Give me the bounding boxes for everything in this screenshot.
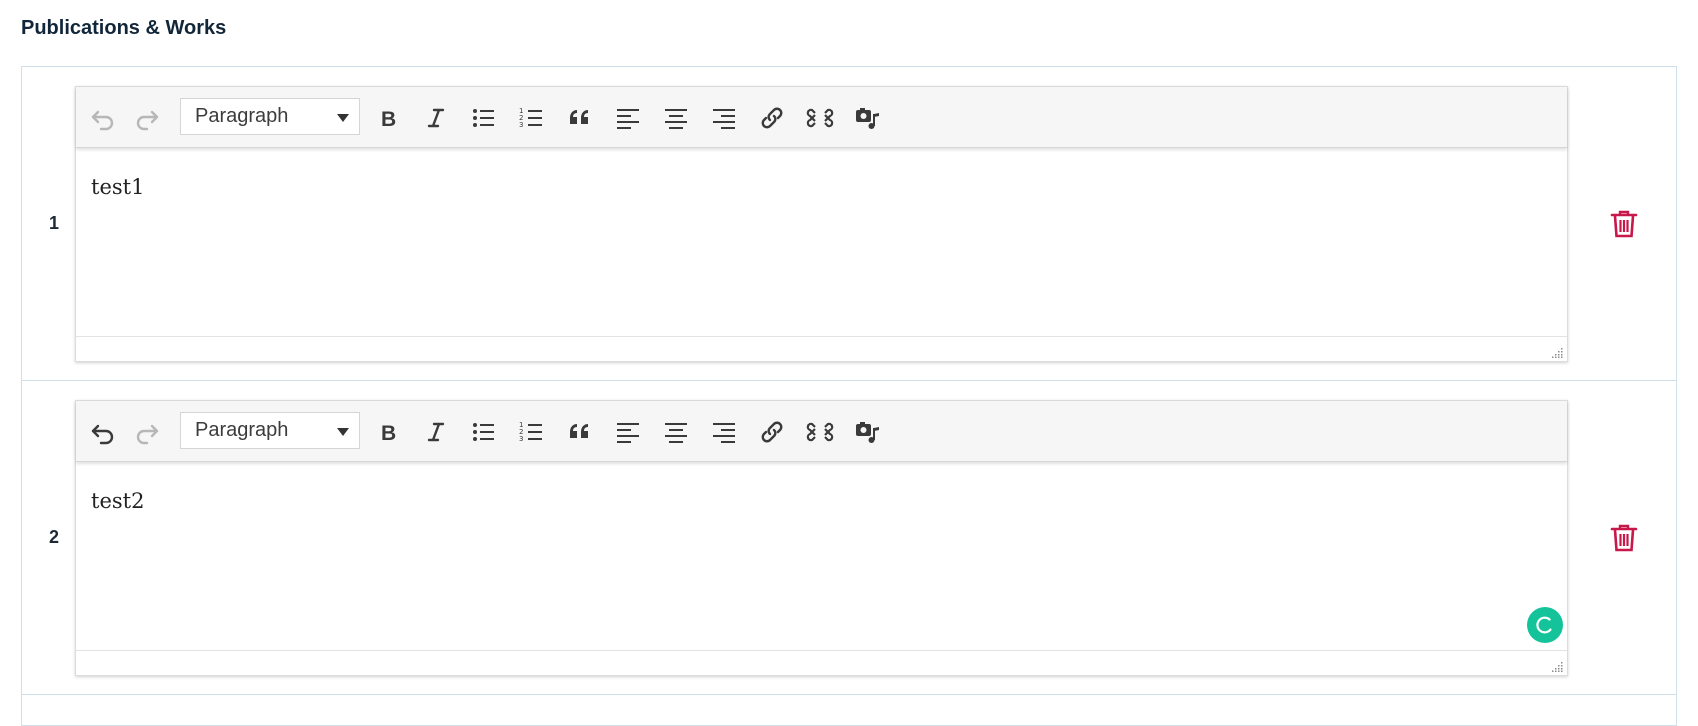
blockquote-icon[interactable]	[563, 415, 597, 449]
chevron-down-icon	[337, 114, 349, 122]
svg-text:B: B	[381, 422, 396, 445]
numbered-list-icon[interactable]: 123	[515, 415, 549, 449]
format-select-value: Paragraph	[195, 105, 289, 127]
publications-list: 1 Paragraph B 1 2 3 test1 2 Paragraph B …	[21, 66, 1677, 726]
svg-text:3: 3	[519, 435, 523, 443]
editor-statusbar	[76, 336, 1567, 361]
resize-handle[interactable]	[1551, 659, 1563, 672]
editor-statusbar	[76, 650, 1567, 675]
align-right-icon[interactable]	[707, 415, 741, 449]
grammar-assistant-icon[interactable]	[1527, 607, 1563, 643]
format-select[interactable]: Paragraph	[180, 412, 360, 449]
format-select[interactable]: Paragraph	[180, 98, 360, 135]
redo-icon[interactable]	[130, 415, 164, 449]
align-left-icon[interactable]	[611, 415, 645, 449]
rich-text-editor: Paragraph B 123	[75, 86, 1568, 362]
align-right-icon[interactable]	[707, 101, 741, 135]
bold-icon[interactable]: B	[371, 101, 405, 135]
chevron-down-icon	[337, 428, 349, 436]
numbered-list-icon[interactable]: 123	[515, 101, 549, 135]
row-index: 2	[49, 527, 60, 547]
rich-text-editor: Paragraph B 123	[75, 400, 1568, 676]
link-icon[interactable]	[755, 101, 789, 135]
bullet-list-icon[interactable]	[467, 101, 501, 135]
undo-icon[interactable]	[86, 415, 120, 449]
delete-icon[interactable]	[1606, 519, 1642, 557]
editor-content[interactable]: test2	[76, 463, 1567, 653]
blockquote-icon[interactable]	[563, 101, 597, 135]
media-icon[interactable]	[851, 101, 885, 135]
bold-icon[interactable]: B	[371, 415, 405, 449]
undo-icon[interactable]	[86, 101, 120, 135]
list-item: 1 Paragraph B 1 2 3 test1	[22, 67, 1676, 381]
row-index: 1	[49, 213, 60, 233]
italic-icon[interactable]	[419, 415, 453, 449]
editor-toolbar: Paragraph B 123	[76, 87, 1567, 148]
list-item: 2 Paragraph B 1 2 3 test2	[22, 381, 1676, 695]
format-select-value: Paragraph	[195, 419, 289, 441]
svg-text:3: 3	[519, 121, 523, 129]
unlink-icon[interactable]	[803, 415, 837, 449]
svg-text:B: B	[381, 108, 396, 131]
editor-toolbar: Paragraph B 123	[76, 401, 1567, 462]
italic-icon[interactable]	[419, 101, 453, 135]
redo-icon[interactable]	[130, 101, 164, 135]
link-icon[interactable]	[755, 415, 789, 449]
delete-icon[interactable]	[1606, 205, 1642, 243]
align-left-icon[interactable]	[611, 101, 645, 135]
section-title: Publications & Works	[21, 17, 227, 39]
editor-content[interactable]: test1	[76, 149, 1567, 339]
align-center-icon[interactable]	[659, 415, 693, 449]
align-center-icon[interactable]	[659, 101, 693, 135]
bullet-list-icon[interactable]	[467, 415, 501, 449]
unlink-icon[interactable]	[803, 101, 837, 135]
media-icon[interactable]	[851, 415, 885, 449]
resize-handle[interactable]	[1551, 345, 1563, 358]
